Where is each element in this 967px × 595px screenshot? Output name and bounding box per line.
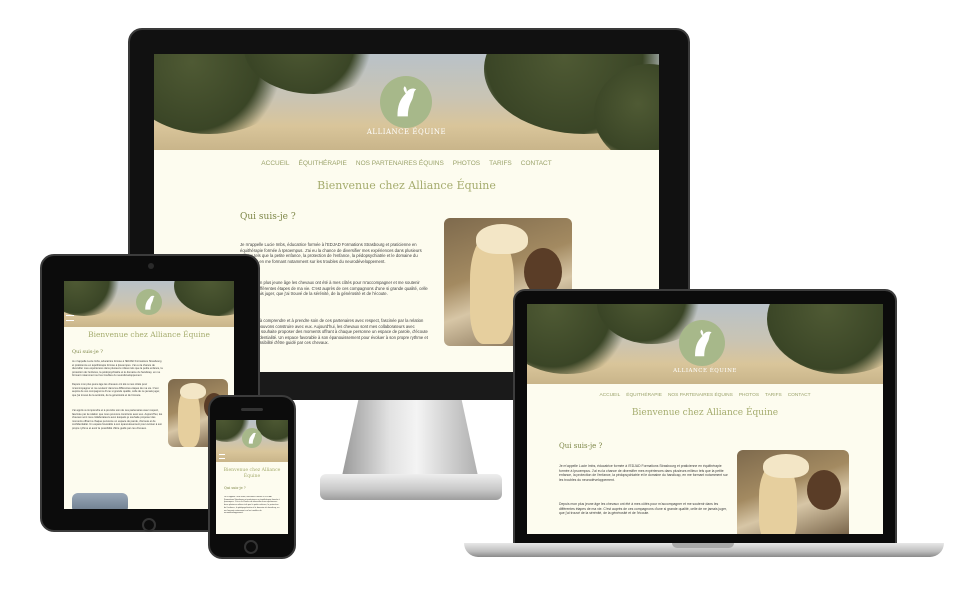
main-nav: ACCUEIL ÉQUITHÉRAPIE NOS PARTENAIRES ÉQU…: [527, 393, 883, 398]
site-title: Bienvenue chez Alliance Équine: [88, 330, 210, 339]
horse-photo: [737, 450, 849, 534]
partners-paragraph: J'ai appris à comprendre et à prendre so…: [72, 409, 163, 430]
nav-item-tarifs[interactable]: TARIFS: [765, 393, 782, 398]
logo-text: ALLIANCE ÉQUINE: [673, 368, 737, 374]
desktop-monitor-stand-neck: [342, 400, 478, 476]
horse-paragraph: Depuis mon plus jeune âge les chevaux on…: [240, 280, 428, 297]
secondary-photo: [72, 493, 128, 509]
nav-item-equitherapie[interactable]: ÉQUITHÉRAPIE: [626, 393, 662, 398]
section-title: Qui suis-je ?: [224, 486, 246, 490]
nav-item-partenaires[interactable]: NOS PARTENAIRES ÉQUINS: [668, 393, 733, 398]
intro-paragraph: Je m'appelle Lucie Imbs, éducatrice form…: [240, 242, 422, 264]
phone-website-screen: Bienvenue chez Alliance Équine Qui suis-…: [216, 420, 288, 534]
nav-item-partenaires[interactable]: NOS PARTENAIRES ÉQUINS: [356, 160, 444, 167]
hero-banner: ALLIANCE ÉQUINE: [527, 304, 883, 384]
site-title: Bienvenue chez Alliance Équine: [317, 179, 496, 192]
nav-item-contact[interactable]: CONTACT: [788, 393, 811, 398]
hero-banner: ALLIANCE ÉQUINE: [154, 54, 659, 150]
laptop-website-screen: ALLIANCE ÉQUINE ACCUEIL ÉQUITHÉRAPIE NOS…: [527, 304, 883, 534]
intro-paragraph: Je m'appelle Lucie Imbs, éducatrice form…: [559, 464, 728, 482]
intro-paragraph: Je m'appelle Lucie Imbs, éducatrice form…: [224, 496, 280, 515]
horse-logo-icon[interactable]: [679, 320, 725, 366]
tablet-home-button: [142, 518, 156, 532]
nav-item-photos[interactable]: PHOTOS: [453, 160, 480, 167]
nav-item-tarifs[interactable]: TARIFS: [489, 160, 512, 167]
menu-hamburger-icon[interactable]: [219, 454, 225, 459]
laptop-notch: [672, 543, 734, 548]
phone-speaker: [241, 408, 263, 411]
hero-banner: [64, 281, 234, 327]
logo-text: ALLIANCE ÉQUINE: [366, 128, 447, 136]
nav-item-accueil[interactable]: ACCUEIL: [261, 160, 289, 167]
horse-paragraph: Depuis mon plus jeune âge les chevaux on…: [559, 502, 727, 516]
section-title: Qui suis-je ?: [559, 442, 603, 450]
menu-hamburger-icon[interactable]: [66, 315, 74, 321]
nav-item-accueil[interactable]: ACCUEIL: [599, 393, 620, 398]
page-body: Bienvenue chez Alliance Équine Qui suis-…: [216, 462, 288, 534]
hero-banner: [216, 420, 288, 462]
nav-item-equitherapie[interactable]: ÉQUITHÉRAPIE: [298, 160, 346, 167]
nav-item-photos[interactable]: PHOTOS: [739, 393, 759, 398]
tablet-camera: [148, 263, 154, 269]
section-title: Qui suis-je ?: [72, 349, 103, 355]
site-title: Bienvenue chez Alliance Équine: [223, 468, 281, 479]
horse-paragraph: Depuis mon plus jeune âge les chevaux on…: [72, 383, 160, 397]
horse-logo-icon[interactable]: [136, 289, 162, 315]
main-nav: ACCUEIL ÉQUITHÉRAPIE NOS PARTENAIRES ÉQU…: [154, 160, 659, 167]
phone-home-button: [244, 540, 258, 554]
site-title: Bienvenue chez Alliance Équine: [631, 408, 779, 418]
partners-paragraph: J'ai appris à comprendre et à prendre so…: [240, 318, 428, 346]
desktop-monitor-stand-foot: [320, 474, 502, 500]
horse-logo-icon[interactable]: [380, 76, 432, 128]
intro-paragraph: Je m'appelle Lucie Imbs, éducatrice form…: [72, 360, 163, 377]
section-title: Qui suis-je ?: [240, 212, 296, 222]
page-body: ACCUEIL ÉQUITHÉRAPIE NOS PARTENAIRES ÉQU…: [527, 384, 883, 534]
nav-item-contact[interactable]: CONTACT: [521, 160, 552, 167]
horse-logo-icon[interactable]: [242, 428, 262, 448]
